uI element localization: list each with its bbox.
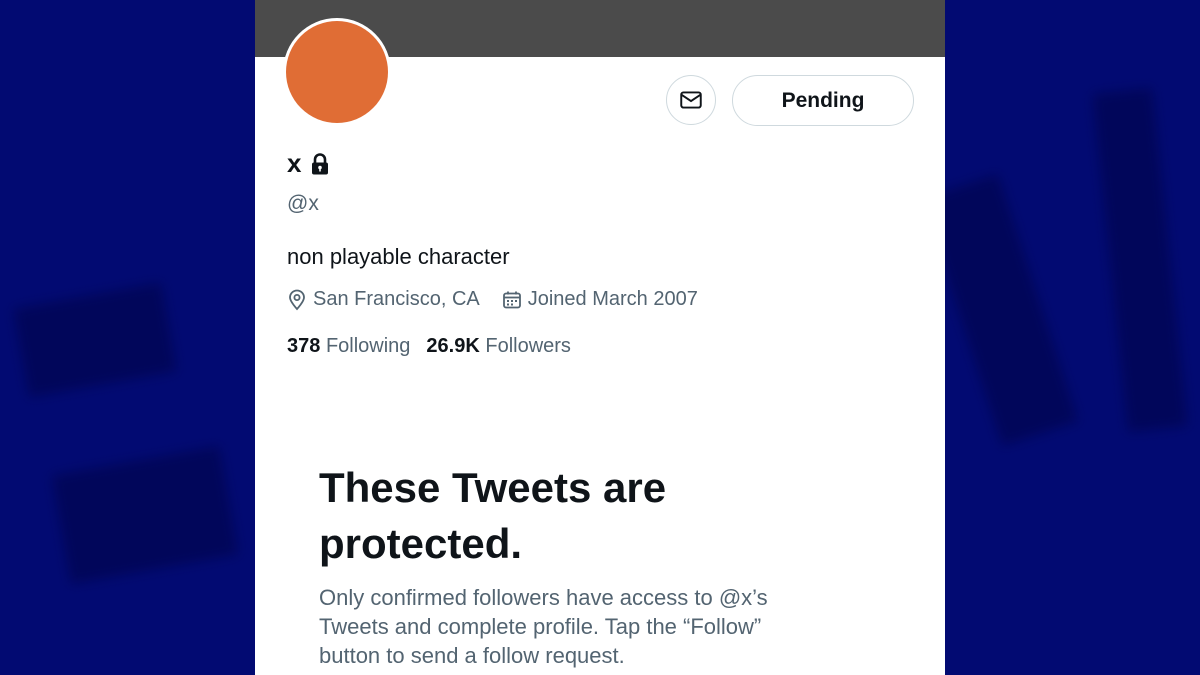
- pending-follow-button[interactable]: Pending: [732, 75, 914, 126]
- background-shape: [921, 174, 1079, 446]
- followers-link[interactable]: 26.9K Followers: [426, 335, 571, 358]
- profile-meta: San Francisco, CA Joined March 2007: [287, 288, 720, 311]
- profile-joined: Joined March 2007: [502, 288, 698, 311]
- pending-button-label: Pending: [781, 88, 865, 112]
- background-shape: [13, 282, 177, 398]
- profile-name: x: [287, 148, 302, 178]
- message-button[interactable]: [666, 75, 716, 125]
- joined-text: Joined March 2007: [527, 288, 698, 310]
- protected-description: Only confirmed followers have access to …: [319, 585, 768, 668]
- lock-icon: [312, 152, 329, 174]
- profile-stats: 378 Following 26.9K Followers: [287, 335, 587, 358]
- location-pin-icon: [289, 289, 305, 310]
- followers-label: Followers: [485, 335, 571, 357]
- followers-count: 26.9K: [426, 335, 480, 357]
- profile-name-row: x: [287, 148, 331, 179]
- profile-location: San Francisco, CA: [287, 288, 480, 311]
- following-label: Following: [325, 335, 411, 357]
- following-link[interactable]: 378 Following: [287, 335, 410, 358]
- profile-panel: Pending x @x non playable character San …: [255, 0, 945, 675]
- background-shape: [1092, 87, 1188, 433]
- avatar-image: [286, 21, 388, 123]
- background-shape: [51, 446, 239, 584]
- mail-icon: [680, 91, 702, 109]
- profile-handle: @x: [287, 192, 319, 215]
- protected-title: These Tweets are protected.: [319, 464, 667, 567]
- location-text: San Francisco, CA: [313, 288, 480, 310]
- avatar[interactable]: [283, 18, 391, 126]
- following-count: 378: [287, 335, 321, 357]
- profile-bio: non playable character: [287, 244, 510, 269]
- calendar-icon: [502, 291, 521, 308]
